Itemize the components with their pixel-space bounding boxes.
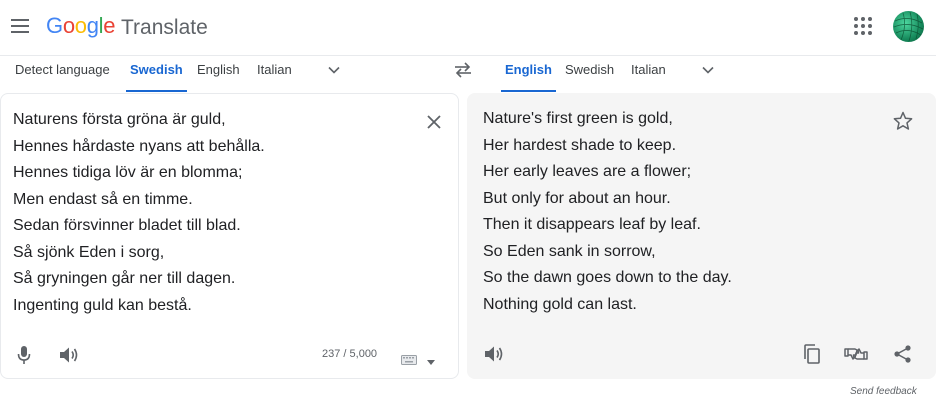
logo-letter-e: e [103, 13, 116, 38]
source-line: Hennes hårdaste nyans att behålla. [13, 137, 265, 155]
source-tab-italian[interactable]: Italian [257, 56, 292, 92]
source-text-panel[interactable]: Naturens första gröna är guld, Hennes hå… [0, 93, 459, 379]
translation-line: Then it disappears leaf by leaf. [483, 216, 701, 233]
source-tab-swedish[interactable]: Swedish [126, 56, 187, 92]
translation-line: Nothing gold can last. [483, 295, 637, 313]
app-header: Google Translate [0, 0, 936, 56]
source-line: Men endast så en timme. [13, 190, 193, 208]
translation-line: But only for about an hour. [483, 189, 671, 207]
keyboard-icon [401, 352, 417, 370]
google-logo[interactable]: Google [46, 13, 115, 39]
logo-letter-o2: o [74, 13, 87, 38]
translation-text: Nature's first green is gold, Her hardes… [483, 106, 732, 318]
translation-line: So the dawn goes down to the day. [483, 269, 732, 286]
source-line: Så sjönk Eden i sorg, [13, 243, 165, 261]
input-tools-button[interactable] [401, 352, 435, 370]
translation-line: Her early leaves are a flower; [483, 163, 692, 180]
target-language-chevron-down-icon[interactable] [700, 62, 716, 78]
source-textarea[interactable]: Naturens första gröna är guld, Hennes hå… [13, 107, 265, 319]
apps-grid-icon[interactable] [851, 14, 875, 38]
microphone-icon[interactable] [12, 343, 36, 367]
source-language-chevron-down-icon[interactable] [326, 62, 342, 78]
swap-languages-icon[interactable] [452, 60, 474, 80]
clear-text-close-icon[interactable] [422, 110, 446, 134]
source-line: Sedan försvinner bladet till blad. [13, 217, 241, 234]
translation-panel: Nature's first green is gold, Her hardes… [467, 93, 936, 379]
translation-line: So Eden sank in sorrow, [483, 242, 656, 260]
source-line: Naturens första gröna är guld, [13, 111, 226, 128]
share-translation-icon[interactable] [891, 342, 915, 366]
character-count: 237 / 5,000 [322, 348, 378, 360]
source-tab-english[interactable]: English [197, 56, 240, 92]
language-bar: Detect language Swedish English Italian … [0, 56, 936, 92]
source-listen-speaker-icon[interactable] [57, 343, 81, 367]
translation-line: Nature's first green is gold, [483, 110, 673, 127]
translation-line: Her hardest shade to keep. [483, 136, 677, 154]
rate-translation-thumbs-icon[interactable] [844, 342, 868, 366]
copy-translation-icon[interactable] [800, 342, 824, 366]
source-line: Så gryningen går ner till dagen. [13, 270, 236, 287]
source-line: Ingenting guld kan bestå. [13, 296, 192, 314]
logo-letter-o1: o [62, 13, 75, 38]
source-line: Hennes tidiga löv är en blomma; [13, 164, 243, 181]
avatar[interactable] [893, 11, 924, 42]
logo-letter-g2: g [86, 13, 99, 38]
target-tab-italian[interactable]: Italian [631, 56, 666, 92]
product-name: Translate [121, 16, 208, 39]
send-feedback-link[interactable]: Send feedback [850, 386, 917, 397]
save-translation-star-icon[interactable] [891, 109, 915, 133]
target-listen-speaker-icon[interactable] [482, 342, 506, 366]
target-tab-english[interactable]: English [501, 56, 556, 92]
menu-icon[interactable] [8, 14, 32, 38]
target-tab-swedish[interactable]: Swedish [565, 56, 614, 92]
caret-down-icon [427, 352, 435, 370]
logo-letter-g1: G [46, 13, 63, 38]
source-tab-detect-language[interactable]: Detect language [15, 56, 110, 92]
